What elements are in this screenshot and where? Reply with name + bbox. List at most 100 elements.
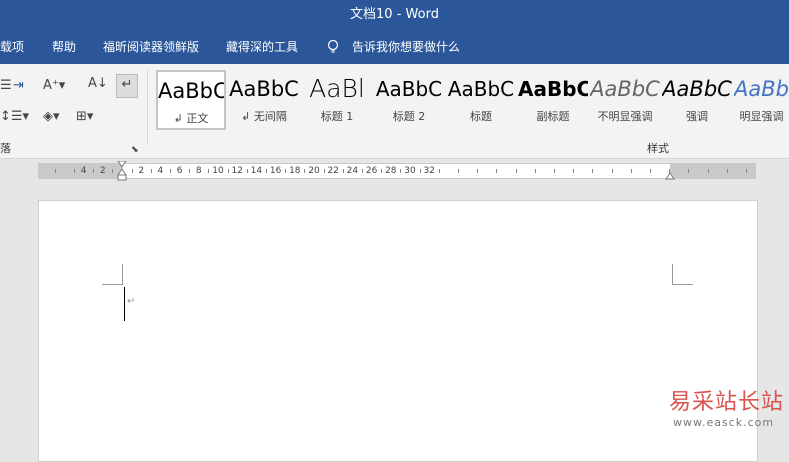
ruler-number: 20 (308, 166, 320, 176)
ruler-tick (112, 169, 114, 173)
ruler-tick (170, 169, 171, 173)
style-subtitle-label: 副标题 (536, 110, 570, 123)
style-normal[interactable]: AaBbC ↲ 正文 (156, 70, 226, 130)
shading-icon[interactable]: ◈▾ (43, 109, 60, 125)
ruler-tick (54, 169, 56, 173)
ruler-tick (285, 169, 287, 173)
ruler-tick (534, 169, 536, 173)
ruler-number: 2 (138, 166, 145, 176)
ruler-number: 26 (365, 166, 378, 176)
indent-icon[interactable]: ⇥ (13, 78, 24, 94)
ruler-number: 4 (157, 166, 164, 176)
menu-item-foxit[interactable]: 福昕阅读器领鲜版 (103, 30, 199, 64)
ruler-tick (592, 169, 594, 173)
ruler-number: 2 (99, 166, 106, 176)
ruler-tick (515, 169, 517, 173)
line-spacing-icon[interactable]: ↕☰▾ (0, 109, 29, 125)
ruler-tick (496, 169, 498, 173)
ruler-tick (131, 169, 133, 173)
paragraph-group-label: 落 (0, 142, 11, 155)
text-direction-icon[interactable]: A⁺▾ (43, 78, 65, 94)
ruler-tick (458, 169, 459, 173)
ruler-number: 22 (327, 166, 339, 176)
ruler-tick (342, 169, 344, 173)
ruler-tick (650, 169, 651, 173)
menu-item-help[interactable]: 帮助 (52, 30, 76, 64)
ruler-tick (630, 169, 632, 173)
styles-group-label: 样式 (647, 142, 669, 155)
watermark-url: www.easck.com (673, 416, 775, 429)
ruler-number: 24 (346, 166, 359, 176)
ruler-number: 12 (231, 166, 243, 176)
styles-gallery: AaBbC ↲ 正文 AaBbC ↲ 无间隔 AaBl 标题 1 AaBbC 标… (152, 70, 789, 132)
style-subtle-emphasis[interactable]: AaBbC 不明显强调 (590, 70, 660, 130)
ruler-tick (438, 169, 440, 173)
ruler-number: 10 (212, 166, 224, 176)
style-emphasis-label: 强调 (686, 110, 708, 123)
style-title-label: 标题 (470, 110, 492, 123)
ruler-tick (208, 169, 210, 173)
indent-marker-icon[interactable] (117, 161, 127, 181)
show-marks-icon[interactable]: ↵ (116, 74, 138, 98)
ruler-tick (381, 169, 383, 173)
ruler-tick (150, 169, 152, 173)
outdent-icon[interactable]: ☰ (0, 78, 12, 94)
ruler-tick (74, 169, 75, 173)
window-title: 文档10 - Word (350, 7, 439, 22)
ruler-tick (362, 169, 363, 173)
right-indent-marker-icon[interactable] (665, 171, 675, 181)
ruler-tick (573, 169, 575, 173)
lightbulb-icon[interactable] (326, 39, 340, 55)
ruler-right-margin (670, 164, 756, 178)
menu-item-hidden-tools[interactable]: 藏得深的工具 (226, 30, 298, 64)
horizontal-ruler[interactable]: 4 2 2 4 6 8 10 12 14 16 18 20 22 24 26 28 30 32 (38, 161, 756, 181)
document-page[interactable] (38, 200, 758, 462)
dialog-launcher-icon[interactable]: ⬊ (131, 142, 139, 158)
paragraph-group: ☰ ⇥ A⁺▾ A↓ ↵ ↕☰▾ ◈▾ ⊞▾ 落 ⬊ (0, 64, 147, 158)
ruler-number: 14 (250, 166, 263, 176)
ruler-tick (304, 169, 306, 173)
ruler-tick (323, 169, 325, 173)
style-heading-2[interactable]: AaBbC 标题 2 (374, 70, 444, 130)
style-subtle-emphasis-label: 不明显强调 (597, 110, 653, 123)
crop-mark-left (102, 264, 123, 285)
sort-icon[interactable]: A↓ (88, 76, 108, 92)
style-title[interactable]: AaBbC 标题 (446, 70, 516, 130)
menu-item-addins[interactable]: 载项 (0, 30, 24, 64)
style-intense-emphasis-label: 明显强调 (739, 110, 784, 123)
style-intense-emphasis[interactable]: AaBbC 明显强调 (734, 70, 789, 130)
ruler-number: 30 (404, 166, 416, 176)
style-normal-label: ↲ 正文 (173, 112, 209, 125)
style-heading-1[interactable]: AaBl 标题 1 (302, 70, 372, 130)
text-cursor (124, 287, 125, 321)
title-bar: 文档10 - Word (0, 0, 789, 30)
style-heading-1-label: 标题 1 (320, 110, 354, 123)
ruler-number: 8 (195, 166, 202, 176)
style-no-spacing[interactable]: AaBbC ↲ 无间隔 (229, 70, 299, 130)
ruler-tick (189, 169, 191, 173)
ruler-tick (726, 169, 728, 173)
group-divider (147, 70, 148, 144)
ruler-number: 32 (423, 166, 435, 176)
ruler-tick (707, 169, 709, 173)
ruler-number: 16 (269, 166, 282, 176)
ribbon: ☰ ⇥ A⁺▾ A↓ ↵ ↕☰▾ ◈▾ ⊞▾ 落 ⬊ AaBbC ↲ 正文 Aa… (0, 64, 789, 159)
ruler-number: 18 (289, 166, 301, 176)
ruler-tick (227, 169, 229, 173)
ruler-tick (611, 169, 613, 173)
style-subtitle[interactable]: AaBbC 副标题 (518, 70, 588, 130)
ruler-tick (477, 169, 479, 173)
menu-bar: 载项 帮助 福昕阅读器领鲜版 藏得深的工具 告诉我你想要做什么 (0, 30, 789, 64)
ruler-tick (419, 169, 421, 173)
paragraph-mark-icon: ↵ (127, 296, 136, 307)
ruler-number: 6 (176, 166, 183, 176)
crop-mark-right (672, 264, 693, 285)
borders-icon[interactable]: ⊞▾ (76, 109, 93, 125)
ruler-number: 4 (80, 166, 87, 176)
style-no-spacing-label: ↲ 无间隔 (241, 110, 287, 123)
style-emphasis[interactable]: AaBbC 强调 (662, 70, 732, 130)
ruler-number: 28 (385, 166, 397, 176)
ruler-tick (246, 169, 248, 173)
tell-me-search[interactable]: 告诉我你想要做什么 (352, 30, 460, 64)
style-heading-2-label: 标题 2 (392, 110, 426, 123)
